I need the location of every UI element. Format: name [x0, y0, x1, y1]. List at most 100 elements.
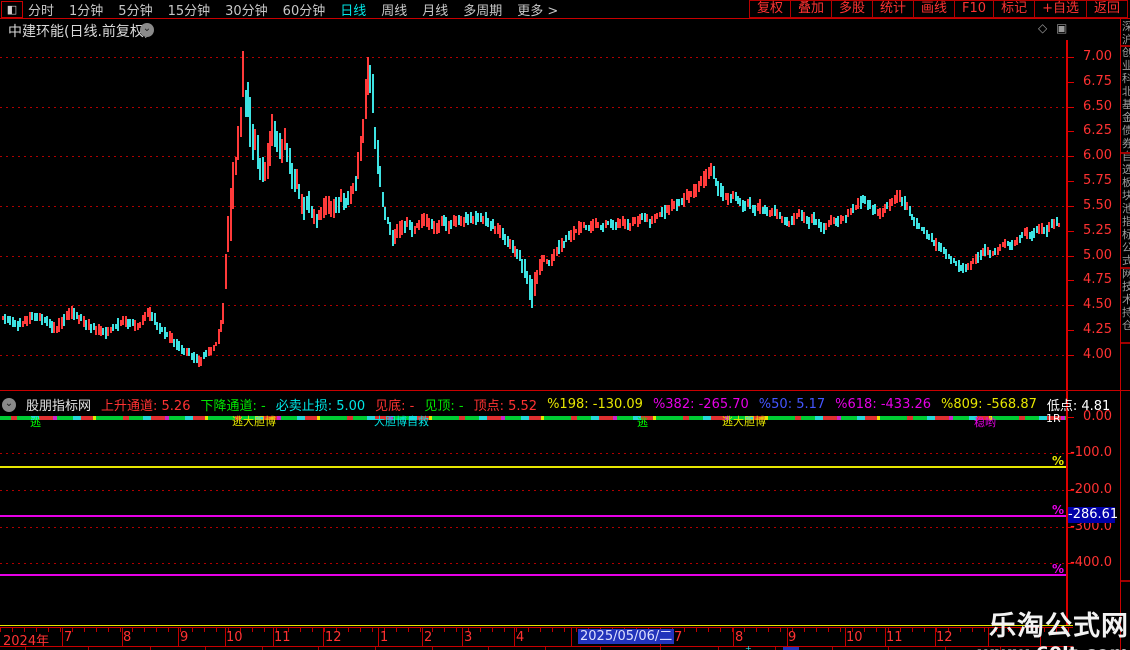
candle: [139, 322, 141, 328]
period-item[interactable]: 15分钟: [168, 0, 211, 19]
right-strip-divider: [1121, 580, 1130, 582]
right-edge-strip[interactable]: 深 沪 创 业 科 北 基 金 债 券 自 选 板 块 池 指 标 公 式 网 …: [1122, 20, 1130, 650]
candle: [984, 244, 986, 256]
right-strip-border: [1120, 19, 1121, 650]
diamond-icon[interactable]: ◇: [1038, 21, 1047, 35]
period-item[interactable]: 1分钟: [69, 0, 103, 19]
candle: [445, 217, 447, 231]
candle: [509, 239, 511, 249]
candle: [565, 235, 567, 242]
toolbar-divider: [0, 18, 1130, 19]
candle: [531, 279, 533, 308]
month-separator: [378, 628, 379, 646]
candle: [592, 219, 594, 231]
period-item[interactable]: 日线: [340, 0, 366, 19]
layout-icon[interactable]: ◧: [1, 1, 23, 18]
time-label: 7: [674, 630, 683, 645]
candle: [913, 217, 915, 226]
chart-title: 中建环能(日线.前复权): [8, 24, 150, 40]
indicator-field: 见底: -: [375, 399, 415, 414]
candle: [776, 209, 778, 219]
candle: [1021, 232, 1023, 238]
candle: [1026, 227, 1028, 239]
time-label: 7: [64, 630, 73, 645]
candle: [249, 97, 251, 147]
candle: [188, 348, 190, 356]
toolbar-button[interactable]: 多股: [830, 0, 872, 18]
gridline: [0, 355, 1066, 356]
candle: [766, 207, 768, 216]
gridline: [0, 156, 1066, 157]
period-menu: 分时 1分钟 5分钟 15分钟 30分钟 60分钟 日线 周线 月线 多周期 更多 >: [28, 0, 558, 19]
candle: [1053, 219, 1055, 229]
period-item[interactable]: 更多 >: [517, 0, 558, 19]
period-item[interactable]: 多周期: [463, 0, 502, 19]
candle: [19, 318, 21, 327]
candle: [935, 238, 937, 251]
price-label: 5.50: [1083, 198, 1112, 213]
toolbar-button[interactable]: 统计: [872, 0, 914, 18]
candle: [629, 223, 631, 231]
toolbar-button[interactable]: +自选: [1034, 0, 1086, 18]
candle: [151, 312, 153, 321]
price-label: 6.50: [1083, 99, 1112, 114]
candle: [134, 320, 136, 331]
candle: [428, 218, 430, 230]
toolbar-button[interactable]: 返回: [1085, 0, 1128, 18]
candle: [477, 213, 479, 222]
candle: [335, 197, 337, 213]
period-item[interactable]: 周线: [381, 0, 407, 19]
period-item[interactable]: 60分钟: [283, 0, 326, 19]
toolbar-button[interactable]: 画线: [913, 0, 955, 18]
candle: [830, 215, 832, 225]
candle: [112, 324, 114, 331]
period-item[interactable]: 月线: [422, 0, 448, 19]
indicator-chevron-icon[interactable]: ⌄: [2, 397, 16, 412]
toolbar-button[interactable]: 叠加: [789, 0, 831, 18]
toolbar-button[interactable]: 标记: [993, 0, 1035, 18]
period-item[interactable]: 30分钟: [225, 0, 268, 19]
candle: [389, 222, 391, 235]
candle: [90, 324, 92, 333]
gridline: [0, 256, 1066, 257]
candle: [656, 213, 658, 219]
period-item[interactable]: 5分钟: [118, 0, 152, 19]
indicator-field: 顶点: 5.52: [473, 399, 538, 414]
candle: [494, 226, 496, 234]
price-label: 5.00: [1083, 248, 1112, 263]
top-right-buttons: 复权 叠加 多股 统计 画线 F10 标记 +自选 返回: [748, 0, 1128, 18]
candle: [967, 263, 969, 270]
candle: [717, 181, 719, 196]
candle: [989, 250, 991, 258]
candle: [396, 224, 398, 238]
candle: [58, 318, 60, 332]
candle: [891, 198, 893, 206]
chevron-down-icon[interactable]: ⌄: [140, 23, 154, 37]
candle: [80, 314, 82, 321]
period-item[interactable]: 分时: [28, 0, 54, 19]
toolbar-button[interactable]: F10: [954, 0, 994, 18]
candle: [31, 312, 33, 320]
candle: [240, 107, 242, 137]
candle: [107, 327, 109, 336]
candle: [1004, 239, 1006, 248]
candle: [178, 341, 180, 351]
toolbar-button[interactable]: 复权: [748, 0, 790, 18]
time-label: 9: [788, 630, 797, 645]
candle: [788, 221, 790, 227]
candle: [624, 219, 626, 229]
candle: [482, 216, 484, 224]
candle: [504, 234, 506, 245]
candle: [85, 320, 87, 330]
candle: [570, 230, 572, 242]
candle: [634, 217, 636, 224]
candle: [683, 193, 685, 207]
panel-icon[interactable]: ▣: [1056, 21, 1067, 35]
candle: [847, 209, 849, 217]
lower-gridline: [0, 453, 1066, 454]
candle: [651, 216, 653, 224]
time-label: 8: [735, 630, 744, 645]
right-strip-divider: [1121, 342, 1130, 344]
candle: [690, 191, 692, 197]
candle: [896, 190, 898, 203]
